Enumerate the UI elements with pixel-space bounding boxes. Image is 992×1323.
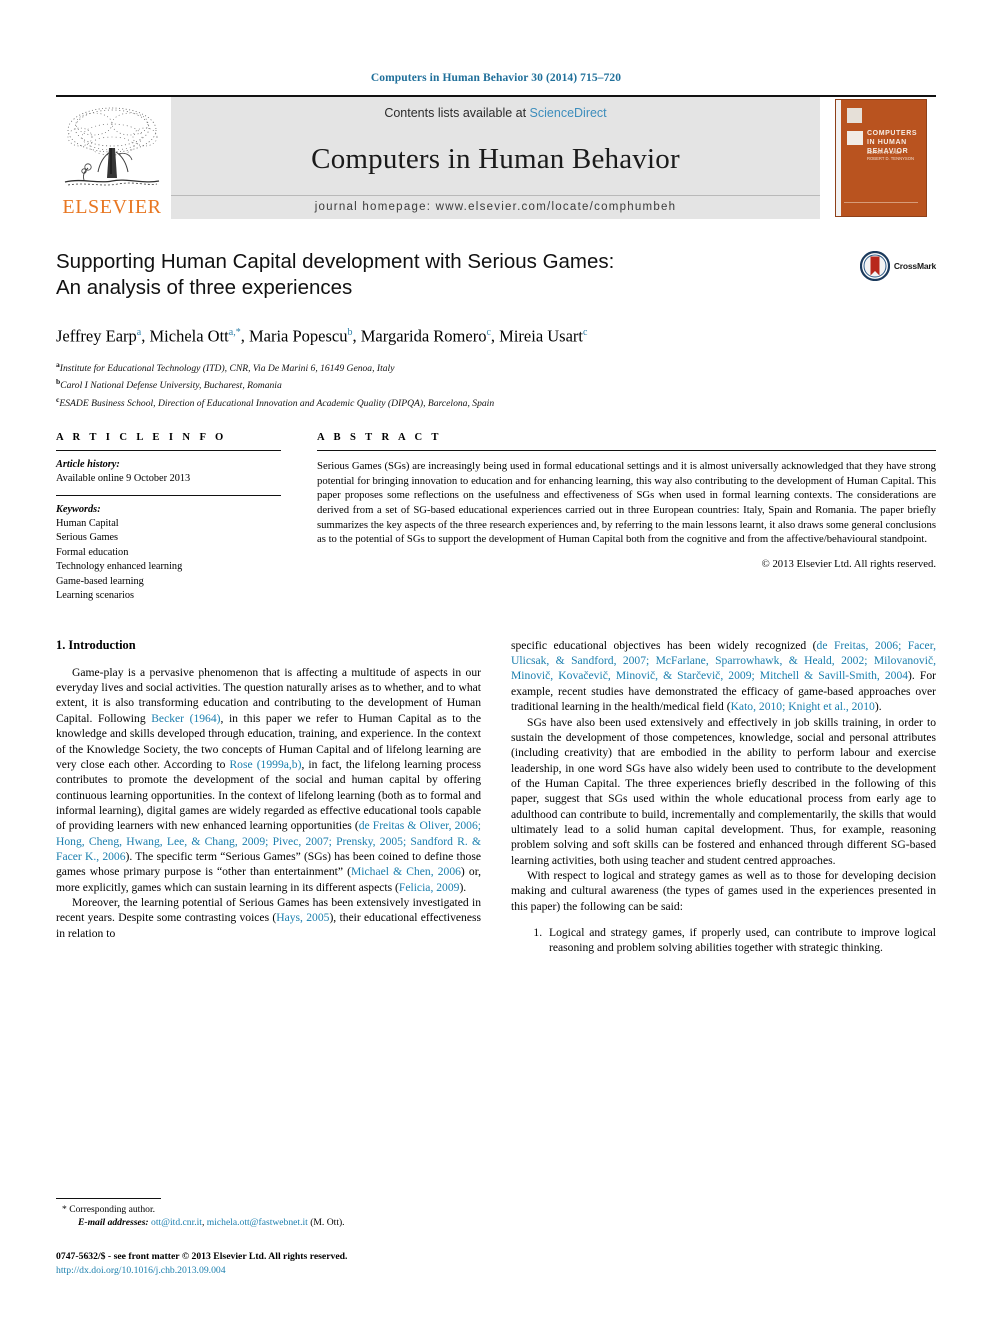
elsevier-tree-icon [60,104,164,196]
email-link-secondary[interactable]: michela.ott@fastwebnet.it [207,1217,308,1228]
keyword-item: Serious Games [56,532,119,544]
footnote-area: * Corresponding author. E-mail addresses… [56,1198,481,1229]
doi-link[interactable]: http://dx.doi.org/10.1016/j.chb.2013.09.… [56,1265,226,1276]
article-info-heading: A R T I C L E I N F O [56,432,227,444]
abstract-heading: A B S T R A C T [317,432,442,444]
numbered-list: Logical and strategy games, if properly … [511,925,936,956]
title-block: Supporting Human Capital development wit… [56,249,936,410]
email-link-primary[interactable]: ott@itd.cnr.it [151,1217,202,1228]
cover-spine [836,100,841,216]
footnote-corresponding-author: * Corresponding author. [56,1203,481,1216]
crossmark-badge[interactable]: CrossMark [859,251,936,281]
keyword-item: Technology enhanced learning [56,561,183,573]
journal-masthead: ELSEVIER Contents lists available at Sci… [56,95,936,219]
email-suffix: (M. Ott). [310,1217,345,1228]
body-column-left: 1. Introduction Game-play is a pervasive… [56,638,481,956]
crossmark-label: CrossMark [893,261,936,271]
journal-homepage-line[interactable]: journal homepage: www.elsevier.com/locat… [171,195,820,219]
cover-art: COMPUTERS IN HUMAN BEHAVIOR EDITOR-IN-CH… [835,99,927,217]
article-history-group: Article history: Available online 9 Octo… [56,451,281,495]
elsevier-logo: ELSEVIER [56,97,168,219]
abstract-copyright: © 2013 Elsevier Ltd. All rights reserved… [761,557,936,570]
section-heading-introduction: 1. Introduction [56,637,136,652]
page-title: Supporting Human Capital development wit… [56,249,936,301]
keywords-label: Keywords: [56,503,101,515]
keyword-item: Game-based learning [56,575,144,587]
footnote-divider [56,1198,161,1199]
corresponding-text: Corresponding author. [69,1204,156,1215]
running-head: Computers in Human Behavior 30 (2014) 71… [370,72,622,84]
imprint-block: 0747-5632/$ - see front matter © 2013 El… [56,1250,526,1277]
contents-prefix: Contents lists available at [384,106,530,120]
journal-title: Computers in Human Behavior [311,142,680,175]
cover-sciencedirect-badge-icon [847,131,863,145]
corresponding-marker: * [62,1204,67,1215]
journal-cover-thumbnail[interactable]: COMPUTERS IN HUMAN BEHAVIOR EDITOR-IN-CH… [826,97,936,219]
affiliation-item: cESADE Business School, Direction of Edu… [56,393,936,411]
paragraph: With respect to logical and strategy gam… [511,868,936,913]
affiliation-text: ESADE Business School, Direction of Educ… [59,397,495,409]
keyword-item: Learning scenarios [56,590,135,602]
paragraph: Moreover, the learning potential of Seri… [56,895,482,940]
keywords-group: Keywords: Human Capital Serious Games Fo… [56,496,281,612]
affiliation-text: Institute for Educational Technology (IT… [59,362,395,374]
footnote-emails: E-mail addresses: ott@itd.cnr.it, michel… [56,1216,481,1229]
paragraph: SGs have also been used extensively and … [511,715,936,867]
cover-divider [844,202,918,203]
affiliation-item: bCarol I National Defense University, Bu… [56,375,936,393]
keyword-item: Human Capital [56,517,119,529]
affiliation-text: Carol I National Defense University, Buc… [60,380,282,392]
paper-page: Computers in Human Behavior 30 (2014) 71… [0,0,992,1323]
paragraph: specific educational objectives has been… [511,638,936,714]
crossmark-icon [859,251,890,281]
affiliation-list: aInstitute for Educational Technology (I… [56,358,936,411]
article-history-value: Available online 9 October 2013 [56,473,191,485]
abstract-text: Serious Games (SGs) are increasingly bei… [317,460,936,546]
paragraph: Game-play is a pervasive phenomenon that… [56,665,482,894]
body-column-right: specific educational objectives has been… [511,638,936,956]
author-list: Jeffrey Earpa, Michela Otta,*, Maria Pop… [56,326,588,346]
title-line-1: Supporting Human Capital development wit… [56,250,615,273]
affiliation-item: aInstitute for Educational Technology (I… [56,358,936,376]
article-history-label: Article history: [56,459,120,471]
contents-lists-line: Contents lists available at ScienceDirec… [384,106,606,120]
list-item: Logical and strategy games, if properly … [545,925,936,956]
article-info-column: A R T I C L E I N F O Article history: A… [56,432,281,612]
body-columns: 1. Introduction Game-play is a pervasive… [56,638,936,956]
elsevier-wordmark: ELSEVIER [62,196,162,218]
email-label: E-mail addresses: [78,1217,149,1228]
issn-line: 0747-5632/$ - see front matter © 2013 El… [56,1251,348,1263]
info-abstract-region: A R T I C L E I N F O Article history: A… [56,432,936,612]
title-line-2: An analysis of three experiences [56,276,353,299]
abstract-column: A B S T R A C T Serious Games (SGs) are … [317,432,936,612]
sciencedirect-link[interactable]: ScienceDirect [530,106,607,120]
cover-subtitle: EDITOR-IN-CHIEF ROBERT D. TENNYSON [867,150,915,161]
keyword-item: Formal education [56,546,129,558]
keyword-list: Human Capital Serious Games Formal educa… [56,517,281,604]
cover-elsevier-badge-icon [847,108,862,123]
masthead-center: Contents lists available at ScienceDirec… [171,97,820,219]
